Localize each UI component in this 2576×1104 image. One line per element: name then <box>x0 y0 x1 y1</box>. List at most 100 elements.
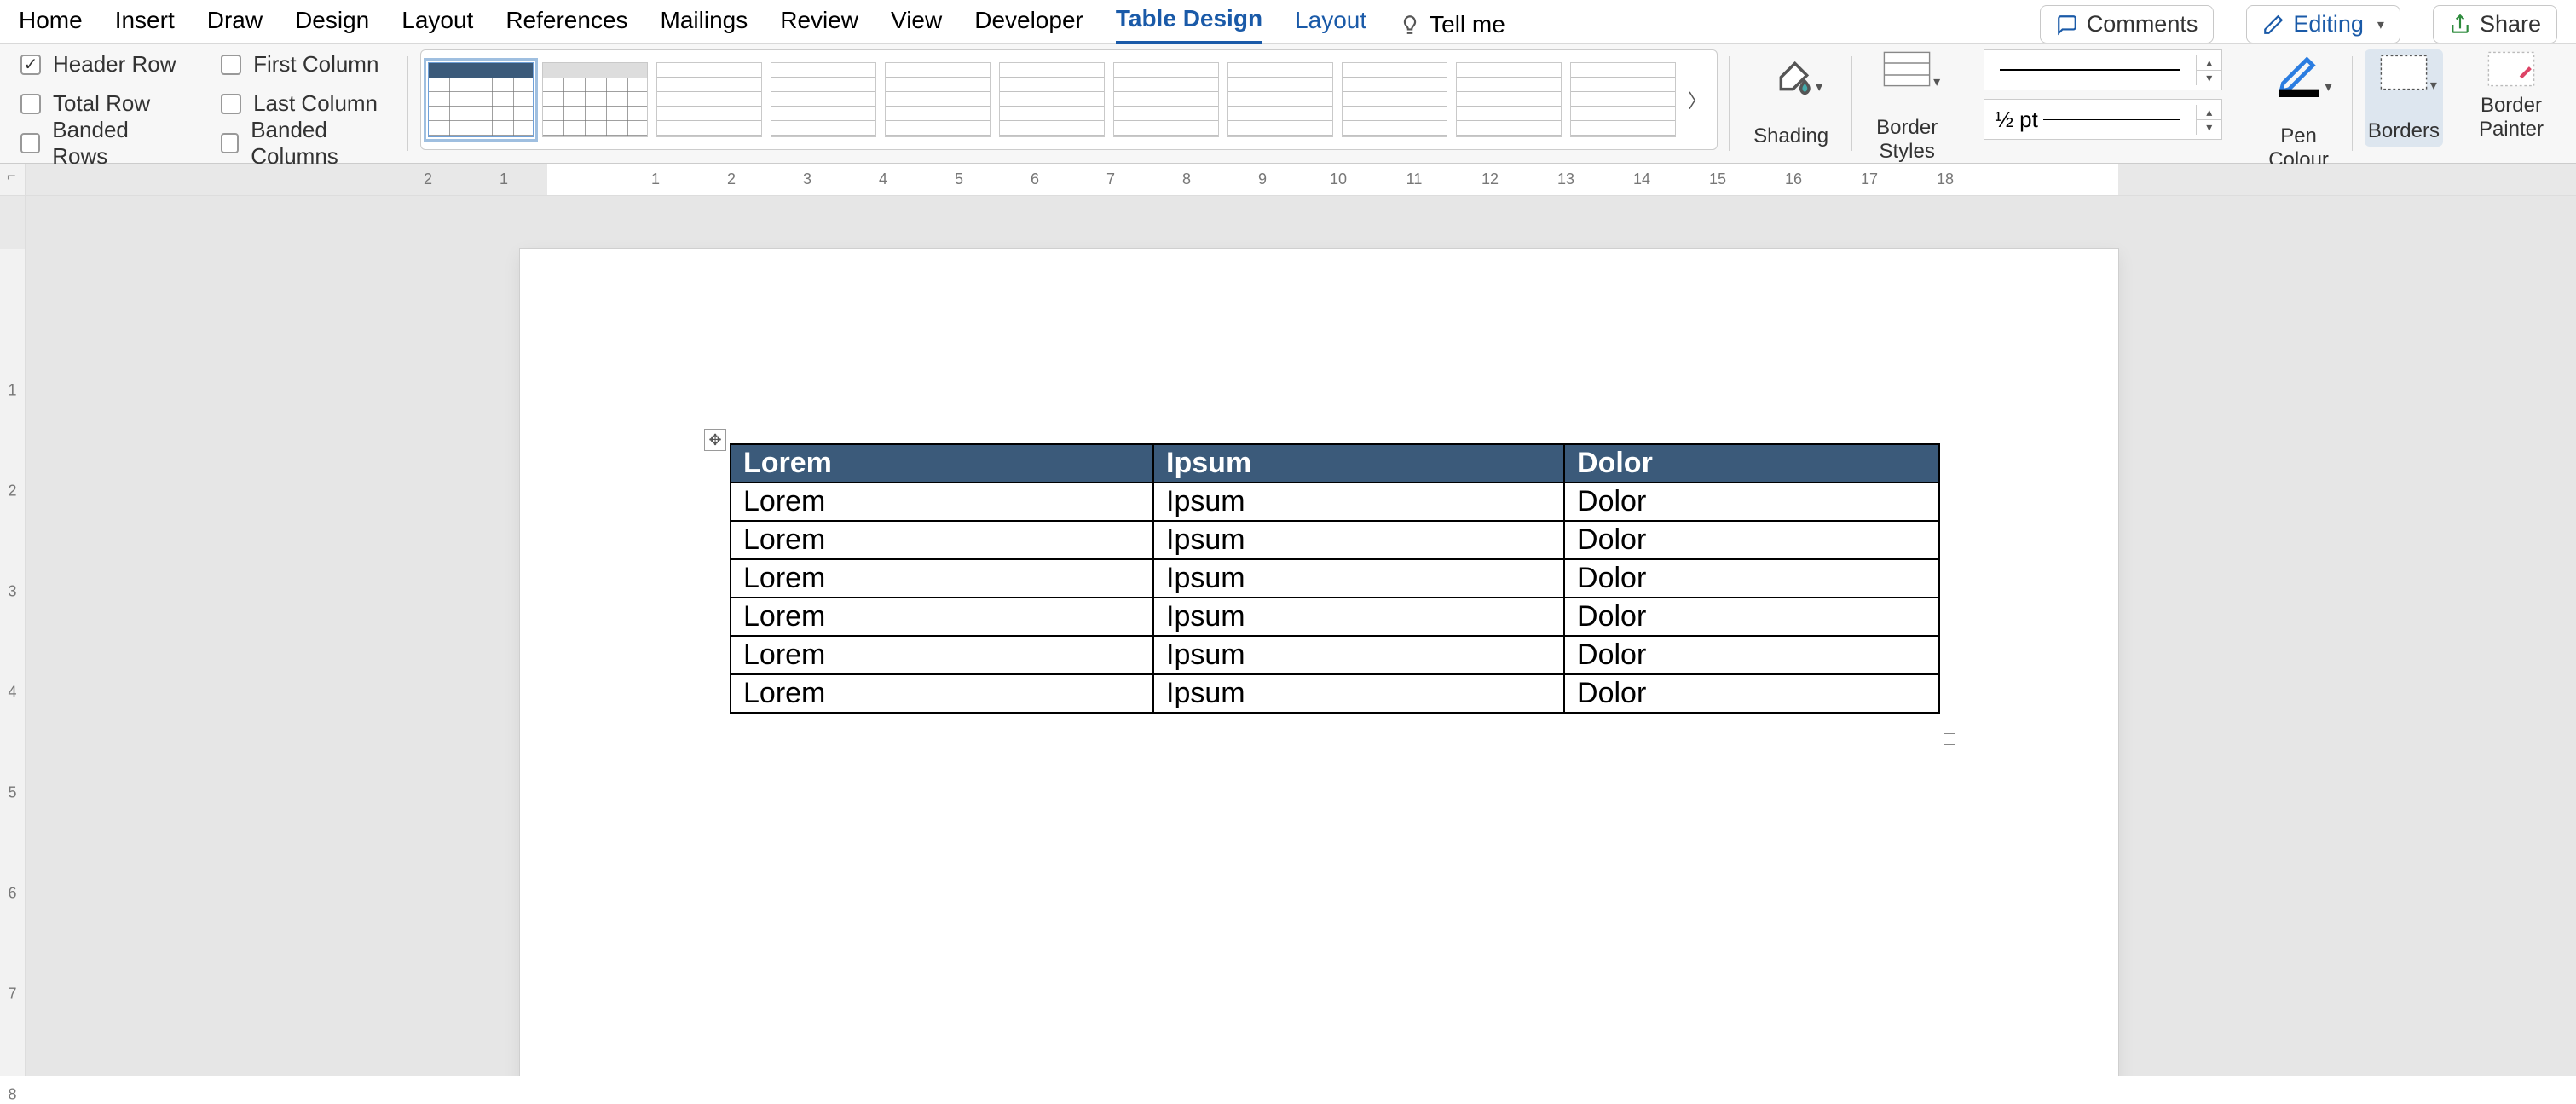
header-row-label: Header Row <box>53 51 176 78</box>
document-canvas[interactable]: ✥ LoremIpsumDolor LoremIpsumDolorLoremIp… <box>26 196 2576 1076</box>
pen-colour-icon <box>2275 49 2323 97</box>
table-cell[interactable]: Ipsum <box>1153 674 1564 713</box>
table-cell[interactable]: Dolor <box>1564 483 1939 521</box>
share-button[interactable]: Share <box>2433 5 2557 43</box>
table-row[interactable]: LoremIpsumDolor <box>731 559 1939 598</box>
table-row[interactable]: LoremIpsumDolor <box>731 598 1939 636</box>
line-weight-down[interactable]: ▾ <box>2197 120 2221 135</box>
total-row-label: Total Row <box>53 90 150 117</box>
tab-table-design[interactable]: Table Design <box>1116 5 1262 44</box>
table-cell[interactable]: Lorem <box>731 483 1153 521</box>
border-styles-button[interactable]: ▾ Border Styles <box>1864 49 1949 163</box>
first-column-checkbox[interactable]: First Column <box>221 47 396 83</box>
borders-group: ▾ Borders <box>2353 49 2455 158</box>
share-label: Share <box>2480 11 2541 38</box>
header-row-checkbox[interactable]: Header Row <box>20 47 185 83</box>
workspace: 12345678 ✥ LoremIpsumDolor LoremIpsumDol… <box>0 196 2576 1076</box>
table-cell[interactable]: Ipsum <box>1153 559 1564 598</box>
tab-view[interactable]: View <box>891 7 942 43</box>
table-header-cell[interactable]: Lorem <box>731 444 1153 483</box>
table-cell[interactable]: Ipsum <box>1153 636 1564 674</box>
table-style-8[interactable] <box>1227 62 1333 137</box>
table-cell[interactable]: Lorem <box>731 559 1153 598</box>
vertical-ruler[interactable]: 12345678 <box>0 196 26 1076</box>
table-style-11[interactable] <box>1570 62 1676 137</box>
table-cell[interactable]: Dolor <box>1564 674 1939 713</box>
tell-me-search[interactable]: Tell me <box>1399 11 1505 38</box>
table-cell[interactable]: Ipsum <box>1153 483 1564 521</box>
tab-selector[interactable] <box>0 164 26 195</box>
chevron-down-icon: ▾ <box>1816 78 1822 95</box>
tab-layout[interactable]: Layout <box>401 7 473 43</box>
table-cell[interactable]: Ipsum <box>1153 521 1564 559</box>
shading-label: Shading <box>1753 124 1828 148</box>
banded-columns-checkbox[interactable]: Banded Columns <box>221 125 396 161</box>
table-row[interactable]: LoremIpsumDolor <box>731 674 1939 713</box>
horizontal-ruler[interactable]: 21123456789101112131415161718 <box>26 164 2576 195</box>
table-styles-more[interactable]: 〉 <box>1684 86 1710 113</box>
document-table[interactable]: LoremIpsumDolor LoremIpsumDolorLoremIpsu… <box>730 443 1940 714</box>
tab-home[interactable]: Home <box>19 7 83 43</box>
table-row[interactable]: LoremIpsumDolor <box>731 483 1939 521</box>
table-cell[interactable]: Lorem <box>731 521 1153 559</box>
line-style-down[interactable]: ▾ <box>2197 71 2221 85</box>
table-style-1[interactable] <box>428 62 534 137</box>
banded-columns-label: Banded Columns <box>251 117 396 170</box>
editing-label: Editing <box>2293 11 2364 38</box>
table-styles-gallery: 〉 <box>420 49 1718 150</box>
chevron-down-icon: ▾ <box>2377 16 2384 33</box>
tab-table-layout[interactable]: Layout <box>1295 7 1366 43</box>
table-header-cell[interactable]: Dolor <box>1564 444 1939 483</box>
border-styles-group: ▾ Border Styles <box>1852 49 1961 158</box>
pen-colour-button[interactable]: ▾ Pen Colour <box>2256 49 2341 171</box>
table-cell[interactable]: Lorem <box>731 598 1153 636</box>
tab-developer[interactable]: Developer <box>974 7 1083 43</box>
border-styles-label: Border Styles <box>1876 116 1938 163</box>
table-style-7[interactable] <box>1113 62 1219 137</box>
table-style-3[interactable] <box>656 62 762 137</box>
table-cell[interactable]: Dolor <box>1564 636 1939 674</box>
tab-review[interactable]: Review <box>780 7 858 43</box>
pen-weight-value: ½ pt <box>1995 107 2038 133</box>
table-style-2[interactable] <box>542 62 648 137</box>
banded-rows-label: Banded Rows <box>52 117 185 170</box>
tab-insert[interactable]: Insert <box>115 7 175 43</box>
table-style-6[interactable] <box>999 62 1105 137</box>
table-row[interactable]: LoremIpsumDolor <box>731 521 1939 559</box>
editing-mode-button[interactable]: Editing ▾ <box>2246 5 2400 43</box>
table-move-handle[interactable]: ✥ <box>704 429 726 451</box>
paint-bucket-icon <box>1767 49 1815 97</box>
borders-icon <box>2380 53 2428 92</box>
table-style-5[interactable] <box>885 62 991 137</box>
table-style-9[interactable] <box>1342 62 1447 137</box>
table-cell[interactable]: Ipsum <box>1153 598 1564 636</box>
border-painter-button[interactable]: Border Painter <box>2467 49 2556 141</box>
comments-button[interactable]: Comments <box>2040 5 2215 43</box>
line-style-select[interactable]: ▴▾ <box>1984 49 2222 90</box>
table-header-cell[interactable]: Ipsum <box>1153 444 1564 483</box>
tab-references[interactable]: References <box>505 7 627 43</box>
table-row[interactable]: LoremIpsumDolor <box>731 636 1939 674</box>
table-resize-handle[interactable] <box>1944 733 1955 745</box>
shading-button[interactable]: ▾ Shading <box>1741 49 1840 148</box>
banded-rows-checkbox[interactable]: Banded Rows <box>20 125 185 161</box>
table-cell[interactable]: Dolor <box>1564 559 1939 598</box>
table-style-10[interactable] <box>1456 62 1562 137</box>
tab-mailings[interactable]: Mailings <box>661 7 748 43</box>
table-cell[interactable]: Dolor <box>1564 521 1939 559</box>
line-style-up[interactable]: ▴ <box>2197 55 2221 71</box>
comments-label: Comments <box>2087 11 2198 38</box>
table-styles-group: 〉 <box>408 49 1730 158</box>
table-cell[interactable]: Dolor <box>1564 598 1939 636</box>
table-cell[interactable]: Lorem <box>731 674 1153 713</box>
line-weight-select[interactable]: ½ pt ▴▾ <box>1984 99 2222 140</box>
line-weight-up[interactable]: ▴ <box>2197 105 2221 120</box>
borders-button[interactable]: ▾ Borders <box>2365 49 2443 147</box>
border-styles-icon <box>1883 49 1931 89</box>
lightbulb-icon <box>1399 14 1421 36</box>
table-style-4[interactable] <box>771 62 876 137</box>
chevron-down-icon: ▾ <box>2430 77 2437 94</box>
table-cell[interactable]: Lorem <box>731 636 1153 674</box>
tab-design[interactable]: Design <box>295 7 369 43</box>
tab-draw[interactable]: Draw <box>207 7 263 43</box>
